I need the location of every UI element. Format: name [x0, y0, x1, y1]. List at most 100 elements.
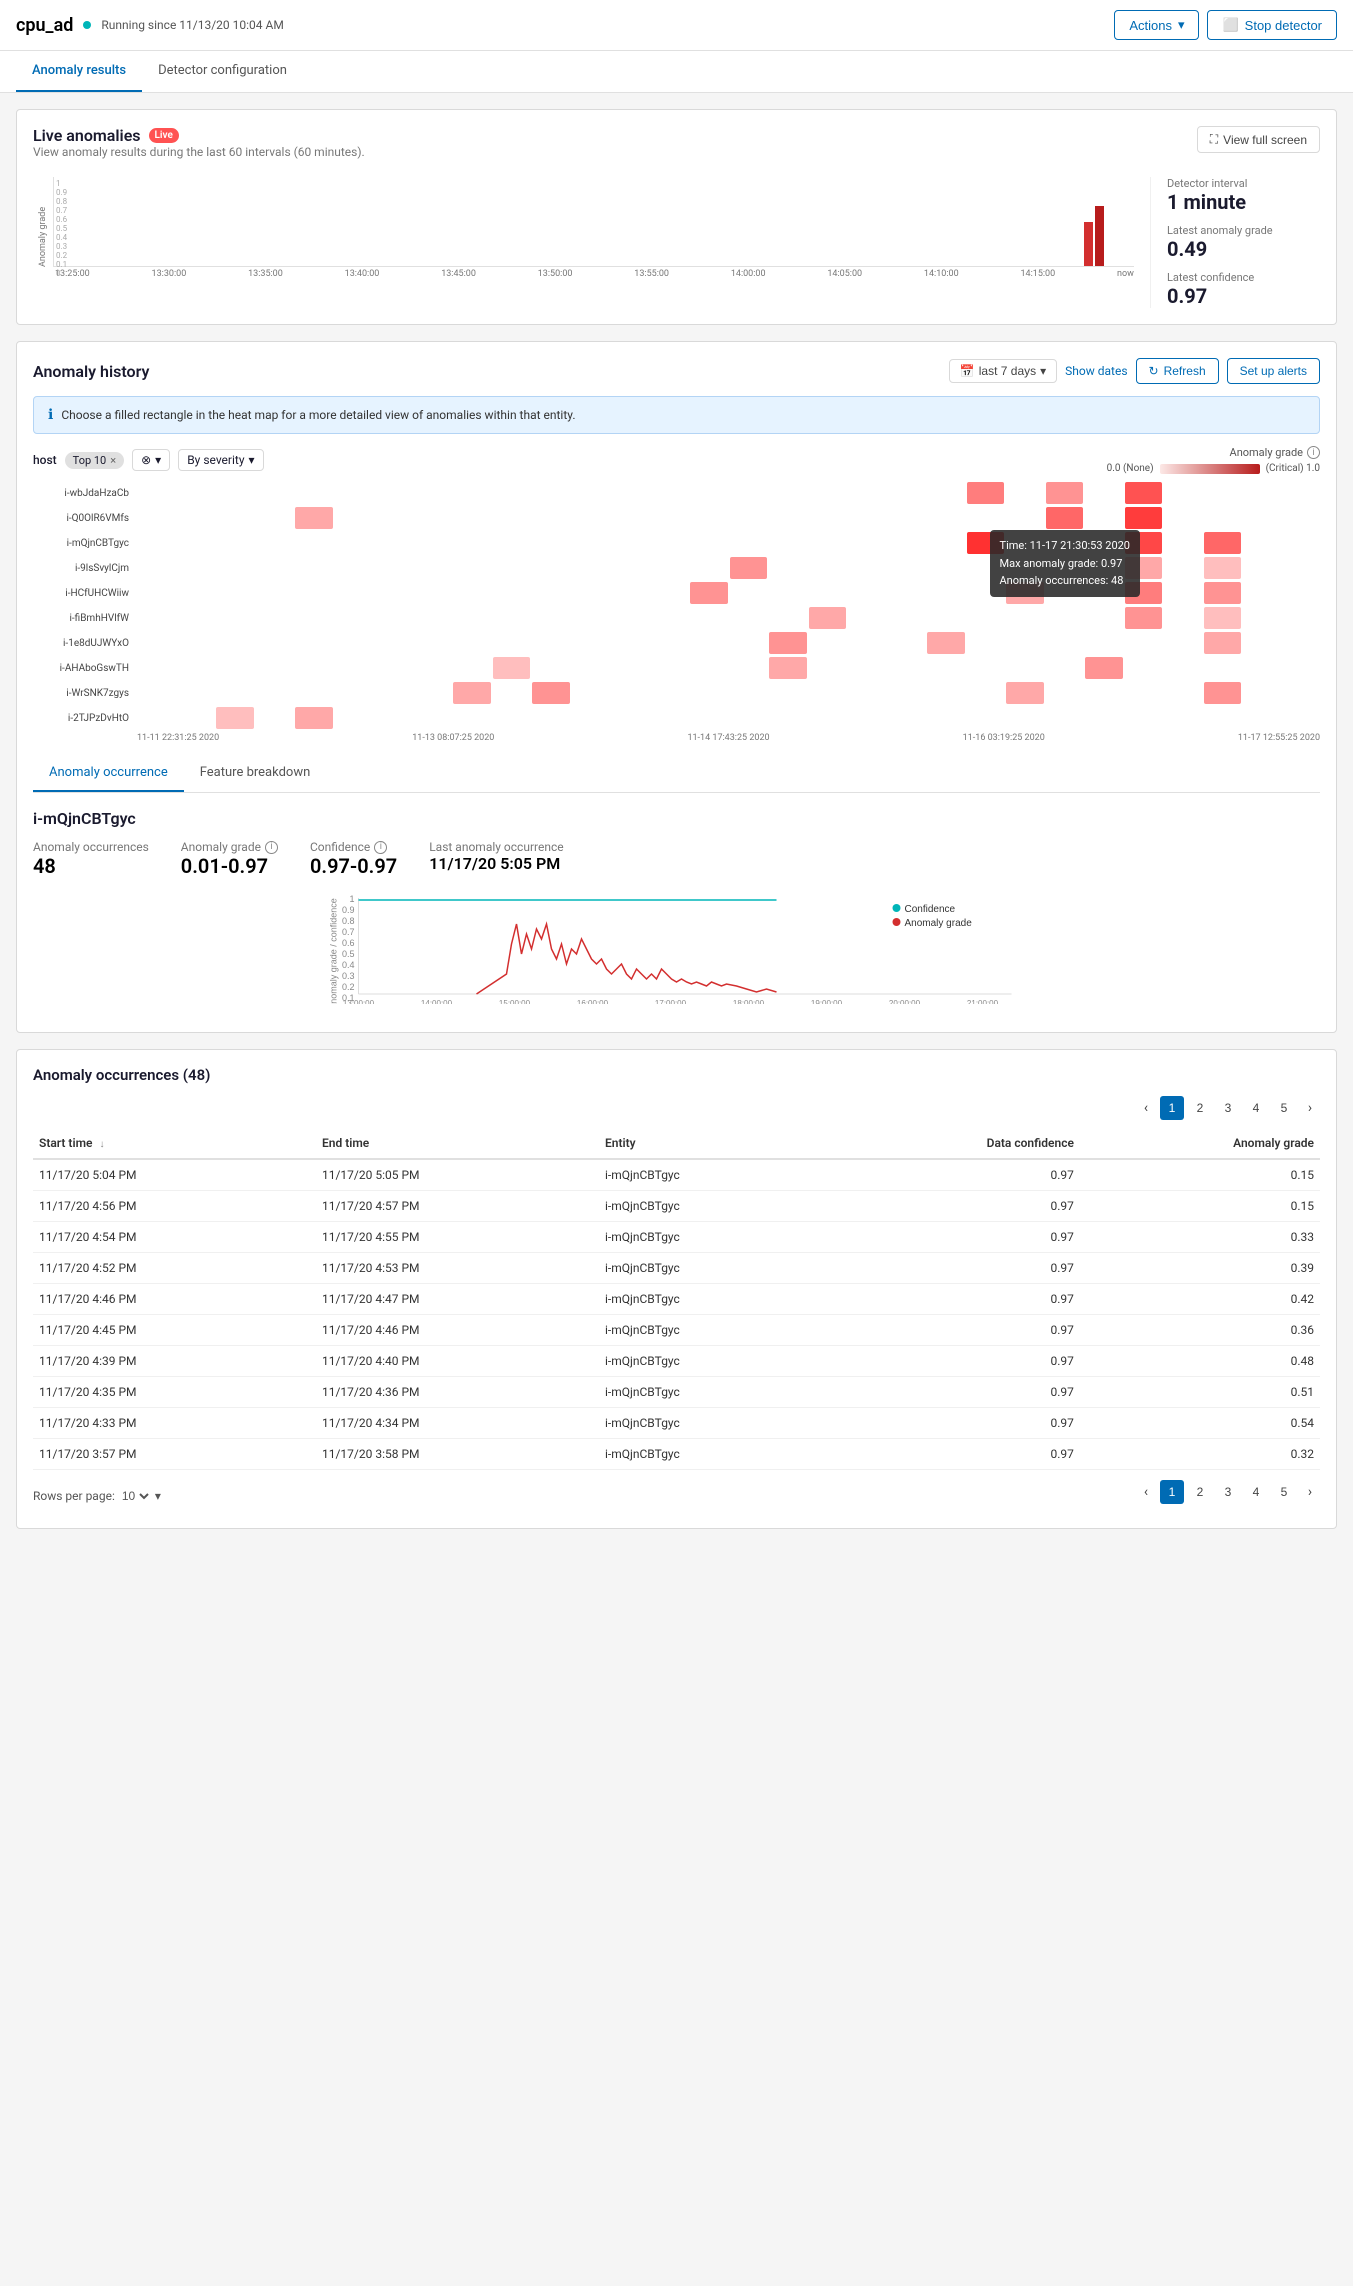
heatmap-cell[interactable] — [493, 657, 531, 679]
heatmap-cell[interactable] — [651, 657, 689, 679]
heatmap-cell[interactable] — [414, 682, 452, 704]
heatmap-cell[interactable] — [493, 707, 531, 729]
heatmap-cell[interactable] — [888, 557, 926, 579]
table-row[interactable]: 11/17/20 4:33 PM 11/17/20 4:34 PM i-mQjn… — [33, 1408, 1320, 1439]
heatmap-cell[interactable] — [137, 557, 175, 579]
rows-per-page-select[interactable]: 10 20 50 — [118, 1488, 152, 1504]
heatmap-cell[interactable] — [256, 507, 294, 529]
heatmap-cell[interactable] — [374, 657, 412, 679]
heatmap-cell[interactable] — [295, 657, 333, 679]
heatmap-cell[interactable] — [1125, 657, 1163, 679]
heatmap-cell[interactable] — [730, 682, 768, 704]
severity-dropdown[interactable]: By severity ▾ — [178, 449, 263, 471]
heatmap-cell[interactable] — [374, 507, 412, 529]
heatmap-cell[interactable] — [888, 657, 926, 679]
heatmap-cell[interactable] — [414, 607, 452, 629]
heatmap-cell[interactable] — [137, 707, 175, 729]
heatmap-cell[interactable] — [374, 607, 412, 629]
heatmap-cell[interactable] — [177, 607, 215, 629]
heatmap-cell[interactable] — [1243, 632, 1281, 654]
heatmap-cell[interactable] — [848, 682, 886, 704]
heatmap-cell[interactable] — [453, 482, 491, 504]
heatmap-cell[interactable] — [414, 532, 452, 554]
heatmap-cell[interactable] — [888, 582, 926, 604]
heatmap-cell[interactable] — [137, 532, 175, 554]
heatmap-cell[interactable] — [809, 707, 847, 729]
heatmap-cell[interactable] — [651, 607, 689, 629]
heatmap-cell[interactable] — [453, 632, 491, 654]
heatmap-cell[interactable] — [730, 707, 768, 729]
heatmap-cell[interactable] — [335, 532, 373, 554]
heatmap-cell[interactable] — [572, 557, 610, 579]
page-btn-1[interactable]: 1 — [1160, 1096, 1184, 1120]
heatmap-cell[interactable] — [848, 707, 886, 729]
heatmap-cell[interactable] — [374, 707, 412, 729]
heatmap-cell[interactable] — [256, 482, 294, 504]
heatmap-cell[interactable] — [256, 657, 294, 679]
heatmap-cell[interactable] — [1164, 607, 1202, 629]
heatmap-cell[interactable] — [335, 482, 373, 504]
heatmap-cell[interactable] — [572, 682, 610, 704]
page-btn-5[interactable]: 5 — [1272, 1096, 1296, 1120]
heatmap-cell[interactable] — [769, 682, 807, 704]
heatmap-cell[interactable] — [453, 707, 491, 729]
heatmap-cell[interactable] — [532, 557, 570, 579]
heatmap-cell[interactable] — [769, 532, 807, 554]
heatmap-cell[interactable] — [1243, 507, 1281, 529]
heatmap-cell[interactable] — [572, 532, 610, 554]
heatmap-cell[interactable] — [1006, 482, 1044, 504]
heatmap-cell[interactable] — [1164, 682, 1202, 704]
heatmap-cell[interactable] — [1283, 532, 1321, 554]
heatmap-cell[interactable] — [1243, 707, 1281, 729]
heatmap-cell[interactable] — [730, 507, 768, 529]
heatmap-cell[interactable] — [690, 532, 728, 554]
heatmap-cell[interactable] — [493, 632, 531, 654]
sub-tab-anomaly-occurrence[interactable]: Anomaly occurrence — [33, 755, 184, 792]
heatmap-cell[interactable] — [967, 482, 1005, 504]
heatmap-cell[interactable] — [1204, 582, 1242, 604]
heatmap-cell[interactable] — [967, 607, 1005, 629]
heatmap-cell[interactable] — [888, 482, 926, 504]
heatmap-cell[interactable] — [651, 582, 689, 604]
heatmap-cell[interactable] — [848, 482, 886, 504]
remove-chip-button[interactable]: × — [110, 454, 116, 467]
heatmap-cell[interactable] — [256, 557, 294, 579]
actions-button[interactable]: Actions ▾ — [1114, 10, 1199, 40]
heatmap-cell[interactable] — [927, 482, 965, 504]
heatmap-cell[interactable] — [216, 682, 254, 704]
heatmap-cell[interactable] — [651, 707, 689, 729]
heatmap-cell[interactable] — [335, 707, 373, 729]
heatmap-cell[interactable] — [730, 582, 768, 604]
heatmap-cell[interactable] — [611, 507, 649, 529]
heatmap-cell[interactable] — [1006, 707, 1044, 729]
page-btn-bottom-3[interactable]: 3 — [1216, 1480, 1240, 1504]
heatmap-cell[interactable] — [1085, 632, 1123, 654]
heatmap-cell[interactable] — [295, 607, 333, 629]
heatmap-cell[interactable] — [256, 582, 294, 604]
heatmap-cell[interactable] — [1085, 607, 1123, 629]
heatmap-cell[interactable] — [532, 682, 570, 704]
heatmap-cell[interactable] — [888, 532, 926, 554]
heatmap-cell[interactable] — [1204, 532, 1242, 554]
heatmap-cell[interactable] — [1164, 532, 1202, 554]
table-row[interactable]: 11/17/20 4:56 PM 11/17/20 4:57 PM i-mQjn… — [33, 1191, 1320, 1222]
heatmap-cell[interactable] — [651, 507, 689, 529]
heatmap-cell[interactable] — [1125, 632, 1163, 654]
heatmap-cell[interactable] — [1125, 682, 1163, 704]
heatmap-cell[interactable] — [690, 657, 728, 679]
heatmap-cell[interactable] — [730, 482, 768, 504]
heatmap-cell[interactable] — [967, 507, 1005, 529]
heatmap-cell[interactable] — [295, 707, 333, 729]
heatmap-cell[interactable] — [1085, 482, 1123, 504]
heatmap-cell[interactable] — [414, 482, 452, 504]
refresh-button[interactable]: ↻ Refresh — [1136, 358, 1219, 384]
table-row[interactable]: 11/17/20 4:52 PM 11/17/20 4:53 PM i-mQjn… — [33, 1253, 1320, 1284]
show-dates-link[interactable]: Show dates — [1065, 364, 1127, 378]
heatmap-cell[interactable] — [927, 532, 965, 554]
heatmap-cell[interactable] — [848, 532, 886, 554]
heatmap-cell[interactable] — [532, 657, 570, 679]
heatmap-cell[interactable] — [1125, 482, 1163, 504]
heatmap-cell[interactable] — [651, 632, 689, 654]
heatmap-cell[interactable] — [493, 582, 531, 604]
heatmap-cell[interactable] — [809, 557, 847, 579]
